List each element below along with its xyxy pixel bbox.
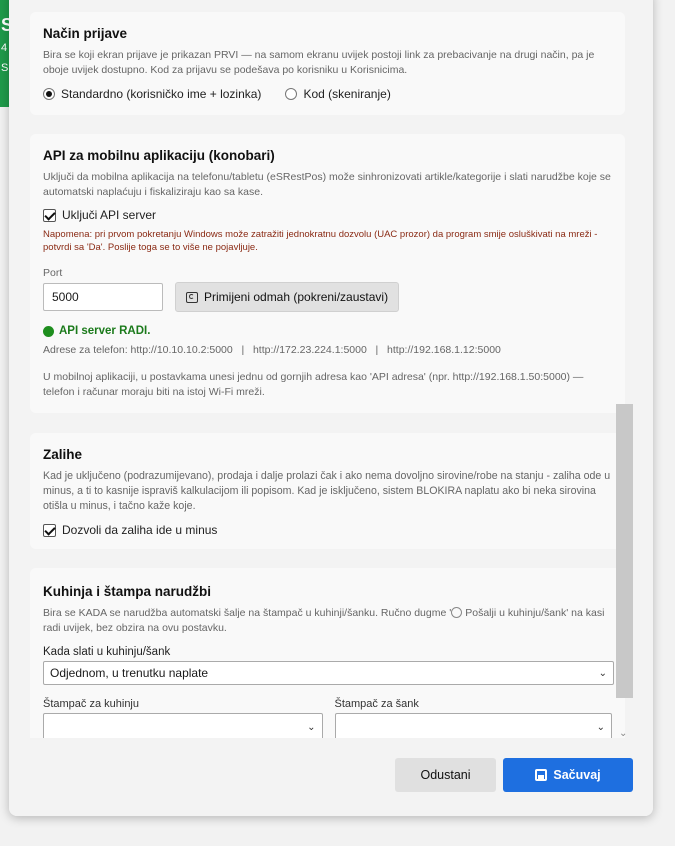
printers-row: Štampač za kuhinju ⌄ Štampač za šank ⌄ xyxy=(43,698,612,738)
cancel-button[interactable]: Odustani xyxy=(395,758,496,792)
dialog-footer: Odustani Sačuvaj xyxy=(9,738,653,816)
enable-api-label: Uključi API server xyxy=(62,208,157,222)
kitchen-printer-select[interactable]: ⌄ xyxy=(43,713,323,738)
enable-api-checkbox[interactable]: Uključi API server xyxy=(43,208,612,222)
bar-printer-group: Štampač za šank ⌄ xyxy=(334,698,612,738)
api-status: API server RADI. xyxy=(43,325,612,337)
kitchen-printer-group: Štampač za kuhinju ⌄ xyxy=(43,698,323,738)
port-label: Port xyxy=(43,267,63,279)
settings-dialog: Način prijave Bira se koji ekran prijave… xyxy=(9,0,653,816)
chevron-down-icon: ⌄ xyxy=(596,721,605,733)
login-mode-card: Način prijave Bira se koji ekran prijave… xyxy=(30,12,625,115)
allow-minus-label: Dozvoli da zaliha ide u minus xyxy=(62,523,218,537)
api-hint: U mobilnoj aplikaciji, u postavkama unes… xyxy=(43,371,584,398)
bar-printer-select[interactable]: ⌄ xyxy=(334,713,612,738)
kitchen-title: Kuhinja i štampa narudžbi xyxy=(43,584,212,599)
settings-scroll-area[interactable]: Način prijave Bira se koji ekran prijave… xyxy=(9,0,653,738)
kitchen-description-prefix: Bira se KADA se narudžba automatski šalj… xyxy=(43,607,452,619)
allow-minus-checkbox-box[interactable] xyxy=(43,523,56,537)
status-dot-icon xyxy=(43,325,54,337)
when-send-value: Odjednom, u trenutku naplate xyxy=(50,666,209,680)
port-row: 5000 Primijeni odmah (pokreni/zaustavi) xyxy=(43,282,612,312)
enable-api-checkbox-box[interactable] xyxy=(43,208,56,222)
when-send-select[interactable]: Odjednom, u trenutku naplate ⌄ xyxy=(43,661,614,685)
kitchen-card: Kuhinja i štampa narudžbi Bira se KADA s… xyxy=(30,568,625,738)
login-mode-description: Bira se koji ekran prijave je prikazan P… xyxy=(43,49,595,76)
api-title: API za mobilnu aplikaciju (konobari) xyxy=(43,148,275,163)
api-status-text: API server RADI. xyxy=(59,325,151,337)
radio-standard-indicator[interactable] xyxy=(43,88,55,100)
apply-api-button[interactable]: Primijeni odmah (pokreni/zaustavi) xyxy=(175,282,400,312)
api-warning-note: Napomena: pri prvom pokretanju Windows m… xyxy=(43,229,598,253)
kitchen-description: Bira se KADA se narudžba automatski šalj… xyxy=(43,606,612,636)
bar-printer-label: Štampač za šank xyxy=(334,698,419,710)
login-mode-title: Način prijave xyxy=(43,26,128,41)
kitchen-printer-label: Štampač za kuhinju xyxy=(43,698,139,710)
radio-standard-label: Standardno (korisničko ime + lozinka) xyxy=(61,87,262,101)
allow-minus-checkbox[interactable]: Dozvoli da zaliha ide u minus xyxy=(43,523,612,537)
scroll-down-arrow-icon[interactable]: ⌄ xyxy=(619,728,627,738)
login-mode-options: Standardno (korisničko ime + lozinka) Ko… xyxy=(43,87,612,101)
port-input[interactable]: 5000 xyxy=(43,283,163,311)
stock-title: Zalihe xyxy=(43,447,83,462)
api-description: Uključi da mobilna aplikacija na telefon… xyxy=(43,171,611,198)
api-addresses: Adrese za telefon: http://10.10.10.2:500… xyxy=(43,344,501,356)
radio-standard[interactable]: Standardno (korisničko ime + lozinka) xyxy=(43,87,261,101)
apply-api-label: Primijeni odmah (pokreni/zaustavi) xyxy=(204,290,389,304)
api-card: API za mobilnu aplikaciju (konobari) Ukl… xyxy=(30,134,625,413)
save-button[interactable]: Sačuvaj xyxy=(503,758,633,792)
radio-code-label: Kod (skeniranje) xyxy=(303,87,391,101)
when-send-label: Kada slati u kuhinju/šank xyxy=(43,646,171,658)
radio-code-indicator[interactable] xyxy=(285,88,298,100)
chevron-down-icon: ⌄ xyxy=(598,667,607,679)
send-to-kitchen-icon xyxy=(451,607,463,618)
floppy-disk-icon xyxy=(535,769,548,781)
refresh-icon xyxy=(186,291,198,303)
save-button-label: Sačuvaj xyxy=(553,768,601,782)
radio-code[interactable]: Kod (skeniranje) xyxy=(285,87,391,101)
stock-card: Zalihe Kad je uključeno (podrazumijevano… xyxy=(30,433,625,549)
stock-description: Kad je uključeno (podrazumijevano), prod… xyxy=(43,470,611,512)
scrollbar-thumb[interactable] xyxy=(616,404,633,698)
kitchen-description-button: Pošalji u kuhinju/šank xyxy=(465,607,567,619)
chevron-down-icon: ⌄ xyxy=(307,721,316,733)
